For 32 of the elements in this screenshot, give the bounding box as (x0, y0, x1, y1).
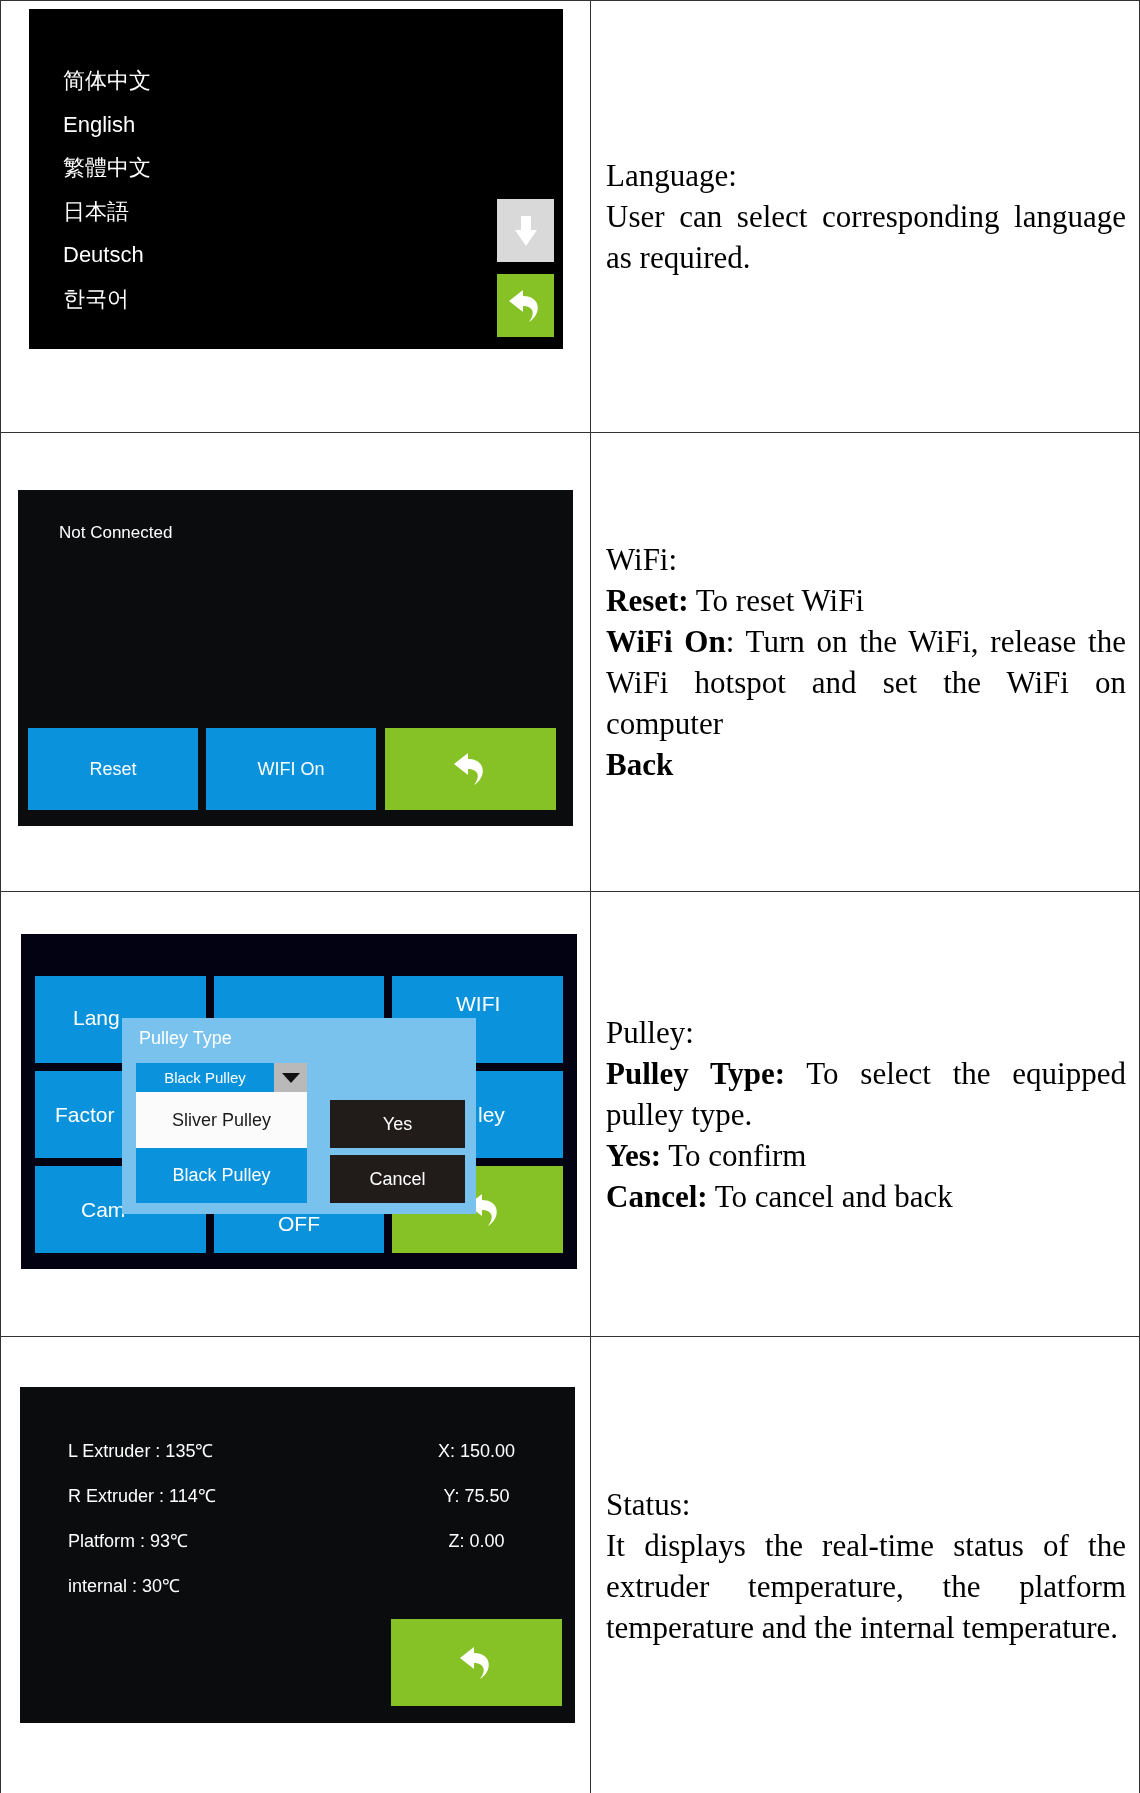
language-option[interactable]: 繁體中文 (63, 155, 151, 182)
section-heading: Pulley: (606, 1013, 695, 1052)
temperature-reading: L Extruder : 135℃ (68, 1440, 215, 1463)
language-option[interactable]: Deutsch (63, 242, 144, 269)
description-text: User can select corresponding language as required. (606, 198, 1126, 277)
dialog-button[interactable]: Yes (330, 1100, 465, 1148)
axis-position: Z: 0.00 (448, 1530, 505, 1553)
dropdown-option[interactable]: Sliver Pulley (136, 1092, 307, 1148)
description-text: Cancel: To cancel and back (606, 1177, 954, 1216)
axis-position: X: 150.00 (437, 1440, 516, 1463)
down-arrow-icon (514, 215, 537, 246)
description-text: Yes: To confirm (606, 1136, 808, 1175)
temperature-reading: internal : 30℃ (68, 1575, 182, 1598)
description-text: Reset: To reset WiFi (606, 582, 866, 620)
language-option[interactable]: 简体中文 (63, 68, 151, 95)
connection-status: Not Connected (59, 523, 173, 543)
section-heading: WiFi: (606, 541, 679, 579)
caret-icon (281, 1072, 300, 1083)
language-option[interactable]: 한국어 (63, 285, 129, 312)
scroll-down-button[interactable] (497, 199, 554, 262)
description-text: WiFi On: Turn on the WiFi, release the WiFi hotspot and set the WiFi on computer (606, 623, 1126, 743)
section-heading: Language: (606, 157, 738, 195)
language-option[interactable]: 日本語 (63, 198, 129, 225)
section-heading: Status: (606, 1485, 692, 1524)
description-text: It displays the real-time status of the extruder temperature, the platform temperature and the internal temperature. (606, 1526, 1126, 1647)
temperature-reading: R Extruder : 114℃ (68, 1485, 216, 1508)
description-text: Back (606, 746, 675, 784)
description-text: Pulley Type: To select the equipped pulley type. (606, 1054, 1126, 1134)
language-option[interactable]: English (63, 111, 136, 138)
temperature-reading: Platform : 93℃ (68, 1530, 190, 1553)
dialog-button[interactable]: Cancel (330, 1155, 465, 1203)
axis-position: Y: 75.50 (443, 1485, 510, 1508)
